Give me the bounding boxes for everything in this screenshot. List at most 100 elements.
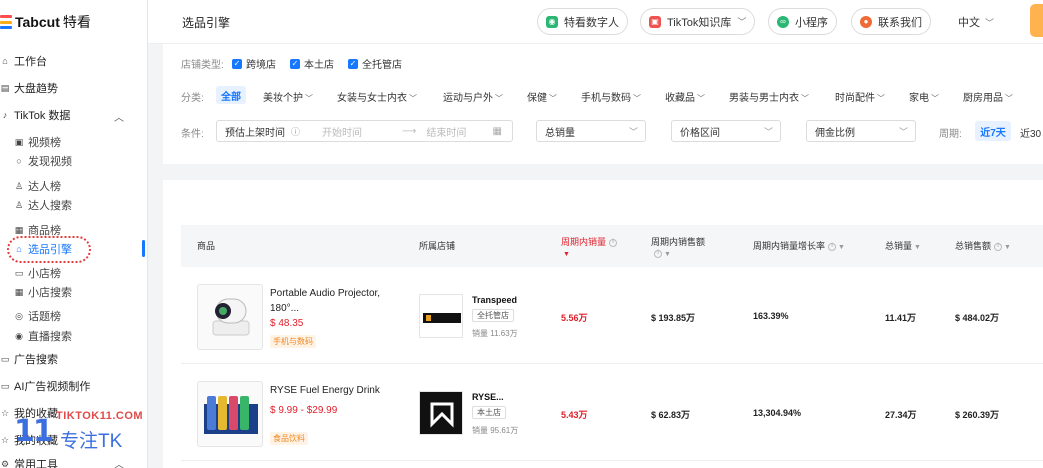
category-label: 分类: xyxy=(181,93,204,104)
digital-human-button[interactable]: ◉ 特看数字人 xyxy=(537,8,628,35)
user-icon: ♙ xyxy=(14,180,24,191)
arrow-right-icon: ⟶ xyxy=(402,125,417,137)
category-collectibles[interactable]: 收藏品 ﹀ xyxy=(665,89,705,104)
chevron-down-icon: ﹀ xyxy=(877,94,885,103)
category-sports[interactable]: 运动与户外 ﹀ xyxy=(443,89,503,104)
checkbox-full-managed[interactable]: ✓ 全托管店 xyxy=(348,56,402,71)
chevron-down-icon: ﹀ xyxy=(801,94,809,103)
check-icon: ✓ xyxy=(232,58,242,69)
table-row[interactable]: RYSE Fuel Energy Drink $ 9.99 - $29.99 食… xyxy=(181,365,1043,461)
th-period-gmv[interactable]: 周期内销售额i ▼ xyxy=(651,237,711,260)
sidebar-item-tiktok-data[interactable]: ♪ TikTok 数据 xyxy=(0,106,71,124)
start-date-input[interactable]: 开始时间 xyxy=(322,124,362,139)
category-health[interactable]: 保健 ﹀ xyxy=(527,89,557,104)
tiktok-icon: ♪ xyxy=(2,110,8,120)
total-sales-select[interactable]: 总销量 ﹀ xyxy=(536,120,646,142)
info-icon: i xyxy=(828,242,837,251)
sidebar-item-live-search[interactable]: ◉ 直播搜索 xyxy=(14,327,72,345)
product-name[interactable]: Portable Audio Projector, 180°... xyxy=(270,286,390,316)
check-icon: ✓ xyxy=(348,58,358,69)
watermark: 11 TIKTOK11.COM 专注TK xyxy=(10,408,150,468)
watermark-site: TIKTOK11.COM xyxy=(56,410,144,422)
mini-program-icon: ∞ xyxy=(777,15,789,28)
sidebar-item-ad-search[interactable]: ▭ 广告搜索 xyxy=(0,350,58,368)
product-image[interactable] xyxy=(197,381,263,447)
calendar-icon: ▦ xyxy=(492,125,502,137)
upgrade-button[interactable] xyxy=(1030,4,1043,37)
tiktok-kb-button[interactable]: ▣ TikTok知识库 ﹀ xyxy=(640,8,756,35)
sort-icon: ▼ xyxy=(1004,244,1011,251)
end-date-input[interactable]: 结束时间 xyxy=(426,124,466,139)
listing-date-range[interactable]: 预估上架时间 ⓘ 开始时间 ⟶ 结束时间 ▦ xyxy=(216,120,513,142)
sort-icon: ▼ xyxy=(838,244,845,251)
category-phones[interactable]: 手机与数码 ﹀ xyxy=(581,89,641,104)
checkbox-local[interactable]: ✓ 本土店 xyxy=(290,56,334,71)
sidebar-item-shop-rank[interactable]: ▭ 小店榜 xyxy=(14,264,61,282)
category-menswear[interactable]: 男装与男士内衣 ﹀ xyxy=(729,89,809,104)
top-header: 选品引擎 ◉ 特看数字人 ▣ TikTok知识库 ﹀ ∞ 小程序 ● 联系我们 中文 ﹀ xyxy=(148,0,1043,44)
category-beauty[interactable]: 美妆个护 ﹀ xyxy=(263,89,313,104)
shop-name[interactable]: RYSE... xyxy=(472,392,504,402)
tool-icon: ⚙ xyxy=(0,458,10,468)
info-icon: i xyxy=(654,249,662,258)
table-row[interactable]: Portable Audio Projector, 180°... $ 48.3… xyxy=(181,268,1043,364)
th-total-sales[interactable]: 总销量 ▼ xyxy=(885,241,921,253)
total-gmv-value: $ 484.02万 xyxy=(955,313,1000,323)
category-appliances[interactable]: 家电 ﹀ xyxy=(909,89,939,104)
product-icon: ▦ xyxy=(14,224,24,235)
product-image[interactable] xyxy=(197,284,263,350)
store-type-label: 店铺类型: xyxy=(181,60,224,71)
period-30d[interactable]: 近30 xyxy=(1020,125,1041,140)
chevron-up-icon[interactable]: ︿ xyxy=(114,109,124,124)
price-range-select[interactable]: 价格区间 ﹀ xyxy=(671,120,781,142)
shop-name[interactable]: Transpeed xyxy=(472,295,517,305)
chevron-down-icon: ﹀ xyxy=(931,94,939,103)
sidebar-item-creator-search[interactable]: ♙ 达人搜索 xyxy=(14,196,72,214)
category-womenswear[interactable]: 女装与女士内衣 ﹀ xyxy=(337,89,417,104)
shop-icon: ▭ xyxy=(14,267,24,278)
info-icon: ⓘ xyxy=(291,126,301,137)
star-icon: ☆ xyxy=(0,407,10,418)
commission-select[interactable]: 佣金比例 ﹀ xyxy=(806,120,916,142)
chevron-down-icon: ﹀ xyxy=(1005,94,1013,103)
brand-logo[interactable]: Tabcut 特看 xyxy=(0,10,91,34)
th-total-gmv[interactable]: 总销售额 i ▼ xyxy=(955,241,1011,253)
sidebar-item-shop-search[interactable]: ▦ 小店搜索 xyxy=(14,283,72,301)
info-icon: i xyxy=(994,242,1003,251)
sidebar-item-trend[interactable]: ▤ 大盘趋势 xyxy=(0,79,58,97)
video-icon: ▣ xyxy=(14,136,24,147)
contact-us-button[interactable]: ● 联系我们 xyxy=(851,8,931,35)
product-name[interactable]: RYSE Fuel Energy Drink xyxy=(270,383,390,398)
language-select[interactable]: 中文 ﹀ xyxy=(958,14,994,30)
product-table: 商品 所属店铺 周期内销量 i▼ 周期内销售额i ▼ 周期内销量增长率 i ▼ 总销量 ▼… xyxy=(163,180,1043,468)
sidebar-item-workbench[interactable]: ⌂ 工作台 xyxy=(0,52,47,70)
shop-logo[interactable] xyxy=(419,294,463,338)
category-all[interactable]: 全部 xyxy=(216,86,246,104)
chevron-down-icon: ﹀ xyxy=(898,126,908,137)
circle-icon: ○ xyxy=(16,156,22,166)
sort-icon: ▼ xyxy=(664,251,671,258)
contact-icon: ● xyxy=(860,15,872,28)
th-growth[interactable]: 周期内销量增长率 i ▼ xyxy=(753,241,845,253)
sidebar-item-ai-ad-video[interactable]: ▭ AI广告视频制作 xyxy=(0,377,91,395)
checkbox-cross-border[interactable]: ✓ 跨境店 xyxy=(232,56,276,71)
shop-sales: 销量 11.63万 xyxy=(472,329,518,338)
period-gmv-value: $ 193.85万 xyxy=(651,313,696,323)
sidebar-item-video-rank[interactable]: ▣ 视频榜 xyxy=(14,133,61,151)
sidebar-item-discover-video[interactable]: ○ 发现视频 xyxy=(14,152,72,170)
period-gmv-value: $ 62.83万 xyxy=(651,410,691,420)
mini-program-button[interactable]: ∞ 小程序 xyxy=(768,8,837,35)
chevron-down-icon: ﹀ xyxy=(633,94,641,103)
collection-icon: ☆ xyxy=(0,434,10,445)
sidebar-item-topic-rank[interactable]: ◎ 话题榜 xyxy=(14,307,61,325)
transpeed-logo xyxy=(420,295,462,337)
user-search-icon: ♙ xyxy=(14,199,24,210)
sidebar-item-creator-rank[interactable]: ♙ 达人榜 xyxy=(14,177,61,195)
shop-logo[interactable] xyxy=(419,391,463,435)
category-accessories[interactable]: 时尚配件 ﹀ xyxy=(835,89,885,104)
th-period-sales[interactable]: 周期内销量 i▼ xyxy=(561,237,621,260)
period-7d[interactable]: 近7天 xyxy=(975,121,1011,141)
info-icon: i xyxy=(609,238,618,247)
category-kitchen[interactable]: 厨房用品 ﹀ xyxy=(963,89,1013,104)
page-title: 选品引擎 xyxy=(182,16,231,30)
